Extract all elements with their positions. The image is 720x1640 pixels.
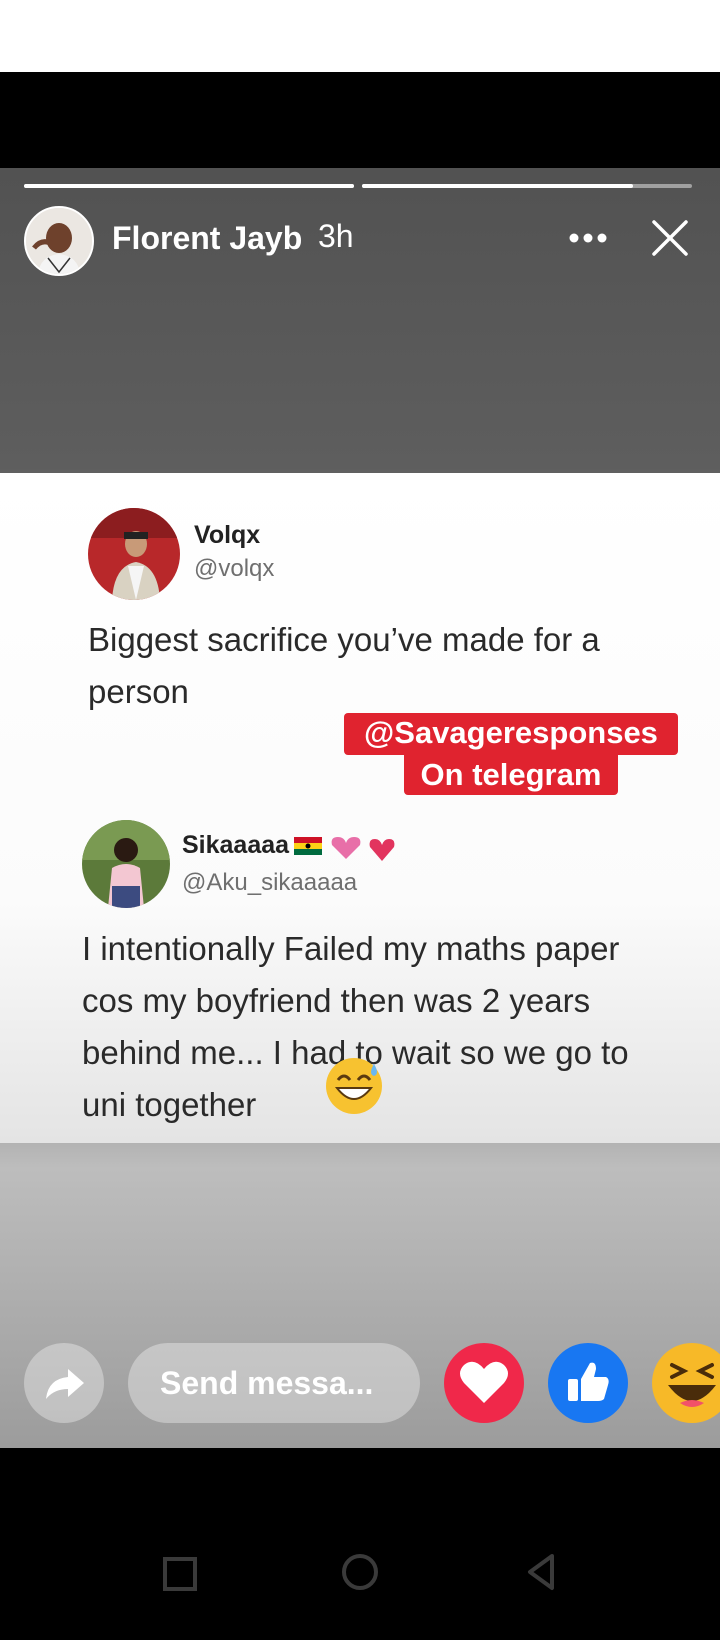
avatar-image (26, 208, 92, 274)
tweet-text: Biggest sacrifice you’ve made for a pers… (88, 614, 600, 718)
tweet-author-name: Volqx (194, 521, 261, 549)
progress-segment-2 (362, 184, 692, 188)
more-options-button[interactable] (560, 214, 616, 270)
haha-reaction-button[interactable] (652, 1343, 720, 1423)
share-icon (46, 1369, 84, 1399)
watermark-banner: @Savageresponses (344, 713, 678, 755)
haha-reaction-icon (668, 1363, 716, 1407)
flag-and-hearts-icon (294, 837, 395, 861)
story-progress (24, 184, 692, 188)
home-icon[interactable] (340, 1552, 380, 1592)
progress-fill-1 (24, 184, 354, 188)
back-icon[interactable] (522, 1552, 562, 1592)
tweet-text-line: Biggest sacrifice you’ve made for a (88, 621, 600, 658)
system-nav-bar (0, 1530, 720, 1640)
story-author[interactable]: Florent Jayb (112, 220, 302, 257)
avatar[interactable] (24, 206, 94, 276)
tweet-avatar-sikaaaaa (82, 820, 170, 908)
story-actions-bar: Send messa... (0, 1343, 720, 1433)
progress-fill-2 (362, 184, 633, 188)
tweet-text-line: cos my boyfriend then was 2 years (82, 982, 591, 1019)
tweet-avatar-image (82, 820, 170, 908)
tweet-author-handle: @volqx (194, 555, 275, 582)
story-viewer[interactable]: Florent Jayb 3h Volqx @volqx Biggest sac… (0, 168, 720, 1448)
tweet-text-line: I intentionally Failed my maths paper (82, 930, 620, 967)
heart-reaction-button[interactable] (444, 1343, 524, 1423)
more-dots-icon (569, 233, 607, 243)
story-time: 3h (318, 218, 354, 254)
share-button[interactable] (24, 1343, 104, 1423)
tweet-avatar-volqx (88, 508, 180, 600)
like-reaction-icon (568, 1362, 609, 1401)
close-button[interactable] (646, 216, 694, 264)
close-icon (652, 220, 688, 256)
story-header: Florent Jayb 3h (24, 206, 696, 276)
tweet-author-handle: @Aku_sikaaaaa (182, 869, 358, 896)
tweet-text-line: person (88, 673, 189, 710)
tweet-author-name: Sikaaaaa (182, 831, 290, 859)
tweet-avatar-image (88, 508, 180, 600)
shared-post-image: Volqx @volqx Biggest sacrifice you’ve ma… (0, 473, 720, 1143)
watermark-banner: On telegram (404, 755, 618, 795)
recent-apps-icon[interactable] (160, 1554, 200, 1594)
grinning-sweat-emoji-icon (326, 1058, 382, 1114)
send-message-input[interactable]: Send messa... (128, 1343, 420, 1423)
status-bar (0, 0, 720, 72)
like-reaction-button[interactable] (548, 1343, 628, 1423)
progress-segment-1 (24, 184, 354, 188)
heart-reaction-icon (460, 1361, 508, 1403)
